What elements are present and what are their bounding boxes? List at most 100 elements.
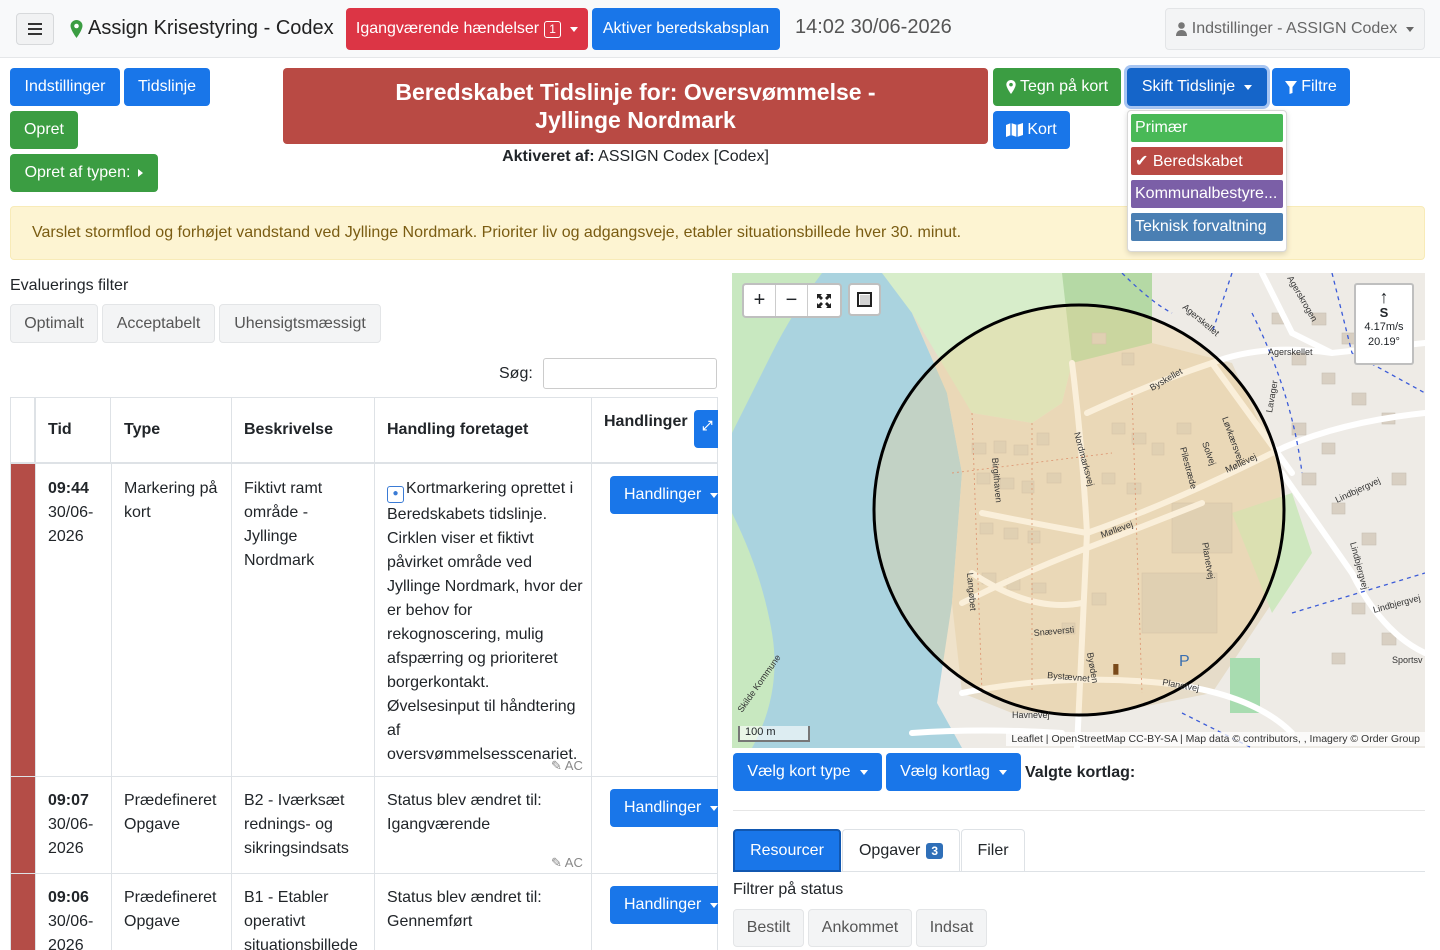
row-time-value: 09:44 (48, 480, 89, 497)
menu-toggle-button[interactable] (16, 13, 54, 45)
tab-tasks[interactable]: Opgaver 3 (842, 829, 960, 872)
ongoing-count-badge: 1 (544, 20, 562, 38)
status-option-label: Ankommet (821, 919, 899, 936)
map-view[interactable]: Agerskellet Agerskellet Agerskrogen Bysk… (732, 273, 1425, 748)
search-input[interactable] (543, 358, 717, 389)
row-color-strip (11, 777, 35, 873)
draw-rectangle-button[interactable] (848, 283, 881, 316)
timeline-option-kommunalbestyrelse[interactable]: Kommunalbestyre... (1131, 180, 1283, 208)
fullscreen-button[interactable] (808, 285, 840, 316)
current-datetime: 14:02 30/06-2026 (795, 16, 952, 38)
row-actions-button[interactable]: Handlinger (610, 886, 725, 924)
square-icon (857, 292, 872, 307)
eval-optimal-button[interactable]: Optimalt (10, 304, 98, 343)
map-pin-icon (70, 19, 83, 38)
create-label: Opret (23, 121, 64, 138)
hamburger-icon (28, 28, 42, 30)
timeline-button[interactable]: Tidslinje (124, 68, 210, 106)
status-option-label: Indsat (929, 919, 974, 936)
timeline-option-label: Teknisk forvaltning (1135, 218, 1267, 235)
expand-button[interactable]: ⤢ (694, 410, 718, 448)
row-time-value: 09:06 (48, 889, 89, 906)
draw-on-map-button[interactable]: Tegn på kort (993, 68, 1121, 106)
settings-user-menu[interactable]: Indstillinger - ASSIGN Codex (1165, 8, 1425, 50)
table-header-bottom-border (10, 462, 718, 464)
table-right-mask (718, 395, 732, 950)
settings-button[interactable]: Indstillinger (10, 68, 120, 106)
fullscreen-icon (817, 293, 831, 308)
filters-button[interactable]: Filtre (1272, 68, 1350, 106)
search-label: Søg: (499, 365, 533, 382)
select-map-layer-label: Vælg kortlag (900, 763, 990, 780)
create-by-type-label: Opret af typen: (24, 164, 131, 181)
affected-area-circle[interactable] (872, 303, 1286, 717)
status-arrived-button[interactable]: Ankommet (808, 909, 912, 947)
timeline-option-technical[interactable]: Teknisk forvaltning (1131, 213, 1283, 241)
map-marker-icon: ● (387, 486, 404, 503)
timeline-option-beredskabet[interactable]: ✔ Beredskabet (1131, 147, 1283, 175)
timeline-option-label: Kommunalbestyre... (1135, 185, 1278, 202)
row-actions-button[interactable]: Handlinger (610, 789, 725, 827)
map-icon (1006, 123, 1024, 137)
filters-label: Filtre (1301, 78, 1337, 95)
app-title[interactable]: Assign Krisestyring - Codex (70, 17, 334, 40)
select-map-layer-button[interactable]: Vælg kortlag (886, 753, 1021, 791)
status-deployed-button[interactable]: Indsat (916, 909, 987, 947)
ongoing-incidents-button[interactable]: Igangværende hændelser 1 (346, 8, 588, 50)
map-marker-icon (1006, 80, 1016, 94)
select-map-type-button[interactable]: Vælg kort type (733, 753, 882, 791)
row-description: B1 - Etabler operativt situationsbillede (244, 889, 358, 950)
map-scale: 100 m (738, 726, 810, 742)
tab-label: Filer (977, 841, 1009, 859)
row-action-taken: Status blev ændret til: Gennemført (387, 889, 542, 930)
chevron-down-icon (1406, 26, 1415, 32)
parking-label: P (1179, 653, 1190, 670)
row-action-text: Kortmarkering oprettet i Beredskabets ti… (387, 480, 583, 763)
header-type: Type (112, 398, 232, 462)
timeline-banner: Beredskabet Tidslinje for: Oversvømmelse… (283, 68, 988, 144)
tab-resources[interactable]: Resourcer (733, 829, 841, 872)
row-divider (10, 873, 718, 874)
expand-icon: ⤢ (702, 418, 713, 433)
street-label: Agerskellet (1268, 347, 1313, 357)
map-label: Kort (1027, 121, 1057, 138)
settings-user-label: Indstillinger - ASSIGN Codex (1191, 20, 1398, 37)
zoom-out-icon: − (785, 289, 798, 311)
chevron-down-icon (998, 769, 1007, 775)
row-date-line1: 30/06- (48, 816, 94, 833)
selected-map-layers-label: Valgte kortlag: (1025, 764, 1136, 781)
row-time: 09:06 30/06- 2026 (36, 886, 111, 950)
row-time: 09:07 30/06- 2026 (36, 789, 111, 861)
activated-by-value: ASSIGN Codex [Codex] (594, 148, 769, 165)
settings-label: Indstillinger (24, 78, 106, 95)
row-actions-button[interactable]: Handlinger (610, 476, 725, 514)
status-filter-label: Filtrer på status (733, 881, 844, 898)
status-ordered-button[interactable]: Bestilt (733, 909, 804, 947)
zoom-out-button[interactable]: − (776, 285, 808, 316)
banner-title: Beredskabet Tidslinje for: Oversvømmelse… (395, 79, 876, 133)
chevron-down-icon (859, 769, 868, 775)
chevron-right-icon (138, 169, 144, 177)
switch-timeline-button[interactable]: Skift Tidslinje (1127, 68, 1267, 106)
wind-speed: 4.17m/s (1364, 321, 1404, 333)
timeline-option-primary[interactable]: Primær (1131, 114, 1283, 142)
row-action-taken: Status blev ændret til: Igangværende (387, 792, 542, 833)
wind-degree: 20.19° (1368, 336, 1400, 348)
header-time-label: Tid (48, 421, 72, 438)
row-date-line2: 2026 (48, 937, 84, 950)
tab-files[interactable]: Filer (961, 829, 1025, 872)
zoom-in-button[interactable]: + (744, 285, 776, 316)
create-by-type-button[interactable]: Opret af typen: (10, 154, 158, 192)
eval-option-label: Uhensigtsmæssigt (234, 314, 366, 332)
header-blank (11, 398, 35, 462)
activate-plan-button[interactable]: Aktiver beredskabsplan (592, 8, 780, 50)
eval-option-label: Acceptabelt (116, 314, 201, 332)
wind-direction: S (1379, 305, 1389, 320)
activated-by-label: Aktiveret af: (502, 148, 595, 165)
row-date-line1: 30/06- (48, 504, 94, 521)
timeline-label: Tidslinje (137, 78, 197, 95)
eval-acceptable-button[interactable]: Acceptabelt (102, 304, 215, 343)
map-button[interactable]: Kort (993, 111, 1070, 149)
eval-inappropriate-button[interactable]: Uhensigtsmæssigt (219, 304, 381, 343)
create-button[interactable]: Opret (10, 111, 78, 149)
